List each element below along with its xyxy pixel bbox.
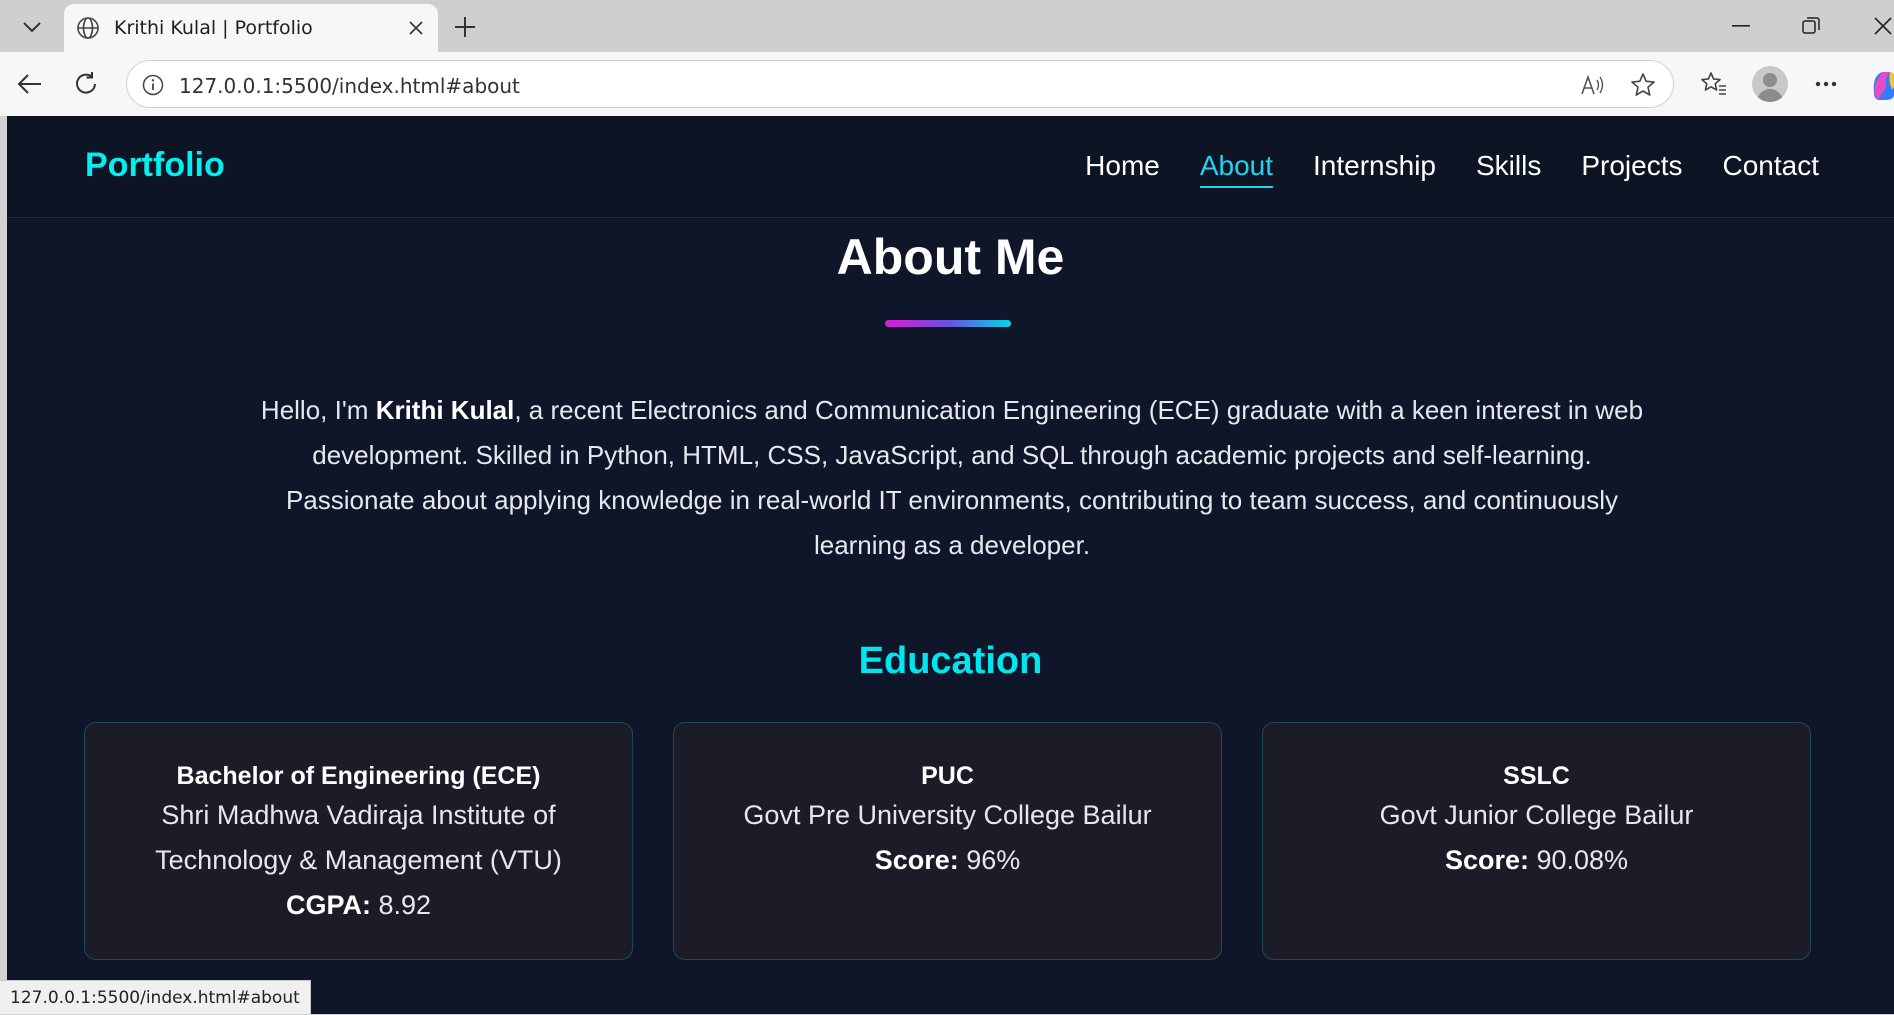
tab-list-button[interactable] (14, 12, 50, 42)
education-card: Bachelor of Engineering (ECE) Shri Madhw… (84, 722, 633, 960)
card-degree: PUC (921, 762, 974, 790)
restore-button[interactable] (1788, 8, 1834, 44)
score-value: 90.08% (1528, 845, 1629, 875)
about-title: About Me (836, 229, 1065, 285)
card-score: CGPA: 8.92 (85, 883, 632, 928)
profile-avatar[interactable] (1752, 66, 1788, 102)
portfolio-page: Portfolio Home About Internship Skills P… (7, 116, 1894, 1014)
site-info-icon[interactable] (139, 71, 167, 99)
favorites-icon (1701, 72, 1726, 95)
nav-link-contact[interactable]: Contact (1723, 150, 1820, 188)
tab-title: Krithi Kulal | Portfolio (114, 17, 313, 39)
status-bar-url: 127.0.0.1:5500/index.html#about (0, 980, 311, 1014)
education-title: Education (858, 640, 1043, 682)
brand-logo[interactable]: Portfolio (85, 146, 225, 185)
card-school: Shri Madhwa Vadiraja Institute of Techno… (155, 800, 562, 875)
browser-tab-bar: Krithi Kulal | Portfolio (0, 0, 1894, 52)
minimize-button[interactable] (1718, 8, 1764, 44)
back-button[interactable] (10, 64, 50, 104)
globe-icon (74, 14, 102, 42)
new-tab-button[interactable] (446, 8, 484, 46)
about-intro: Hello, I'm Krithi Kulal, a recent Electr… (247, 388, 1657, 568)
restore-icon (1802, 17, 1820, 34)
site-navbar: Portfolio Home About Internship Skills P… (7, 116, 1894, 218)
education-card: PUC Govt Pre University College Bailur S… (673, 722, 1222, 960)
score-value: 96% (958, 845, 1021, 875)
minimize-icon (1732, 25, 1750, 27)
close-tab-icon[interactable] (400, 12, 432, 44)
title-underline (885, 320, 1011, 327)
card-score: Score: 96% (674, 838, 1221, 883)
nav-link-projects[interactable]: Projects (1581, 150, 1682, 188)
url-text[interactable]: 127.0.0.1:5500/index.html#about (179, 74, 520, 98)
nav-link-home[interactable]: Home (1085, 150, 1160, 188)
card-school: Govt Junior College Bailur (1379, 800, 1694, 830)
more-dots-icon (1815, 81, 1837, 87)
favorite-star-icon[interactable] (1627, 69, 1659, 101)
card-school: Govt Pre University College Bailur (743, 800, 1152, 830)
copilot-icon[interactable] (1866, 64, 1894, 104)
plus-icon (455, 17, 475, 37)
score-label: Score: (874, 845, 959, 875)
score-label: CGPA: (285, 890, 371, 920)
reload-icon (76, 72, 96, 94)
favorites-button[interactable] (1694, 64, 1734, 104)
back-arrow-icon (17, 74, 41, 94)
more-options-button[interactable] (1806, 64, 1846, 104)
chevron-down-icon (23, 22, 41, 33)
reload-button[interactable] (66, 64, 106, 104)
card-score: Score: 90.08% (1263, 838, 1810, 883)
score-value: 8.92 (370, 890, 432, 920)
address-bar[interactable]: 127.0.0.1:5500/index.html#about (126, 60, 1674, 108)
browser-tab[interactable]: Krithi Kulal | Portfolio (64, 4, 438, 52)
nav-link-internship[interactable]: Internship (1313, 150, 1436, 188)
card-degree: Bachelor of Engineering (ECE) (176, 762, 541, 790)
nav-link-about[interactable]: About (1199, 150, 1274, 188)
nav-links: Home About Internship Skills Projects Co… (1085, 150, 1819, 188)
education-cards: Bachelor of Engineering (ECE) Shri Madhw… (84, 722, 1811, 960)
score-label: Score: (1444, 845, 1529, 875)
close-window-button[interactable] (1860, 8, 1894, 44)
read-aloud-icon[interactable] (1577, 69, 1609, 101)
nav-link-skills[interactable]: Skills (1476, 150, 1541, 188)
education-card: SSLC Govt Junior College Bailur Score: 9… (1262, 722, 1811, 960)
card-degree: SSLC (1503, 762, 1570, 790)
close-icon (1874, 17, 1892, 35)
intro-prefix: Hello, I'm (260, 395, 376, 425)
intro-name: Krithi Kulal (375, 395, 515, 425)
browser-toolbar: 127.0.0.1:5500/index.html#about (0, 52, 1894, 116)
